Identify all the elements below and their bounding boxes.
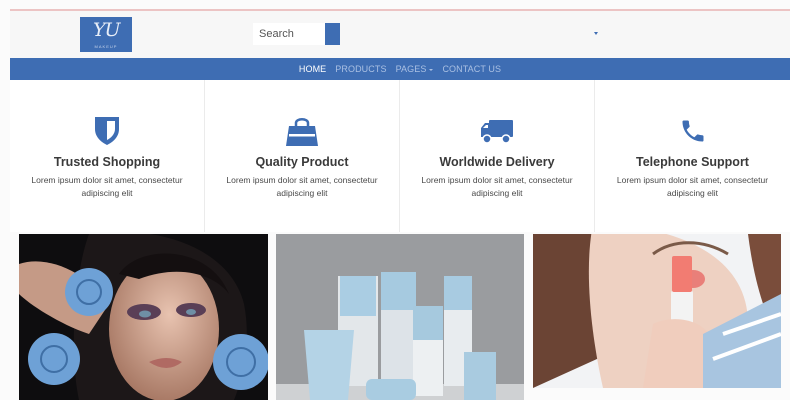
gallery-image-lipstick-model[interactable] (533, 234, 781, 388)
logo-mark: YU (93, 19, 121, 41)
nav-item-pages[interactable]: PAGES (396, 64, 434, 74)
feature-text: Lorem ipsum dolor sit amet, consectetur … (226, 175, 378, 198)
shield-icon (89, 113, 125, 149)
feature-text: Lorem ipsum dolor sit amet, consectetur … (31, 175, 183, 198)
logo-subtext: MAKEUP (94, 44, 118, 49)
shopping-bag-icon (284, 113, 320, 149)
header: YU MAKEUP (10, 11, 790, 58)
dropdown-caret-icon[interactable] (594, 32, 598, 35)
truck-icon (479, 113, 515, 149)
feature-text: Lorem ipsum dolor sit amet, consectetur … (421, 175, 573, 198)
feature-title: Worldwide Delivery (439, 155, 555, 169)
feature-telephone-support: Telephone Support Lorem ipsum dolor sit … (595, 80, 790, 232)
feature-title: Trusted Shopping (53, 155, 161, 169)
phone-icon (675, 113, 711, 149)
page: YU MAKEUP HOME PRODUCTS PAGES CONTACT US… (0, 0, 790, 400)
nav-item-pages-label: PAGES (395, 64, 427, 74)
feature-quality-product: Quality Product Lorem ipsum dolor sit am… (205, 80, 400, 232)
main-nav: HOME PRODUCTS PAGES CONTACT US (10, 58, 790, 80)
nav-item-home[interactable]: HOME (299, 64, 326, 74)
feature-title: Telephone Support (636, 155, 749, 169)
gallery-image-makeup-model[interactable] (19, 234, 268, 400)
gallery-image-skincare-products[interactable] (276, 234, 524, 400)
features-row: Trusted Shopping Lorem ipsum dolor sit a… (10, 80, 790, 232)
nav-item-contact-us[interactable]: CONTACT US (442, 64, 501, 74)
search-button[interactable] (325, 23, 340, 45)
chevron-down-icon (429, 68, 434, 71)
search-box (253, 23, 341, 45)
nav-item-products[interactable]: PRODUCTS (335, 64, 386, 74)
feature-worldwide-delivery: Worldwide Delivery Lorem ipsum dolor sit… (400, 80, 595, 232)
feature-title: Quality Product (255, 155, 349, 169)
feature-trusted-shopping: Trusted Shopping Lorem ipsum dolor sit a… (10, 80, 205, 232)
search-input[interactable] (253, 23, 325, 45)
logo[interactable]: YU MAKEUP (80, 17, 132, 52)
feature-text: Lorem ipsum dolor sit amet, consectetur … (616, 175, 769, 198)
